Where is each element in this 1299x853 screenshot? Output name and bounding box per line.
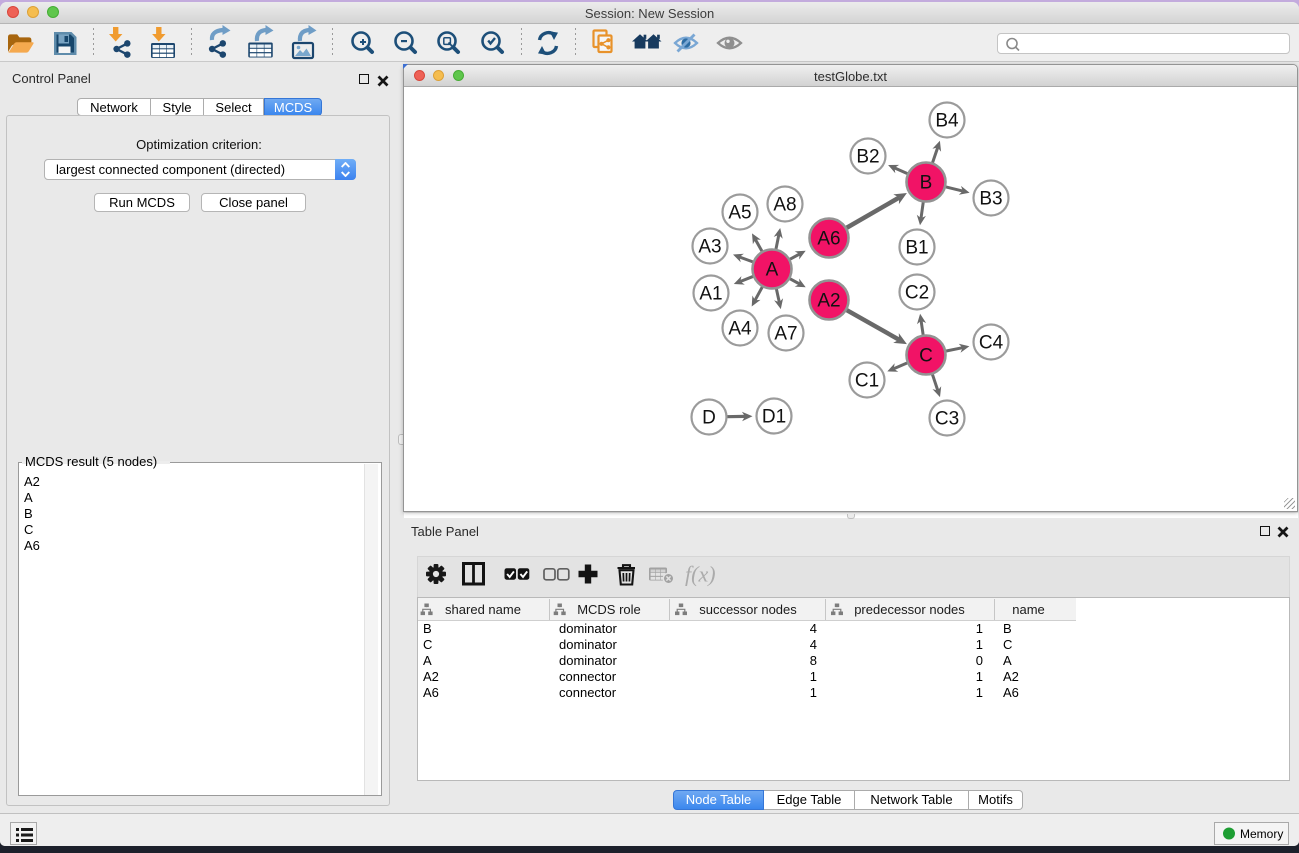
svg-text:C3: C3 [935,409,959,430]
svg-text:A2: A2 [817,291,840,312]
svg-text:D1: D1 [762,407,786,428]
svg-text:A5: A5 [728,203,751,224]
svg-text:A6: A6 [817,229,840,250]
svg-text:C: C [919,346,933,367]
svg-text:B1: B1 [905,238,928,259]
svg-text:f(x): f(x) [685,562,716,587]
svg-text:C4: C4 [979,333,1004,354]
svg-text:B2: B2 [856,147,879,168]
svg-text:A3: A3 [698,237,721,258]
svg-text:A1: A1 [699,284,722,305]
svg-text:A4: A4 [728,319,752,340]
svg-text:A7: A7 [774,324,797,345]
svg-text:C2: C2 [905,283,929,304]
svg-text:D: D [702,408,716,429]
svg-text:B3: B3 [979,189,1002,210]
svg-text:A8: A8 [773,195,796,216]
svg-text:C1: C1 [855,371,879,392]
svg-text:B4: B4 [935,111,959,132]
svg-text:A: A [766,260,779,281]
svg-text:B: B [920,173,933,194]
